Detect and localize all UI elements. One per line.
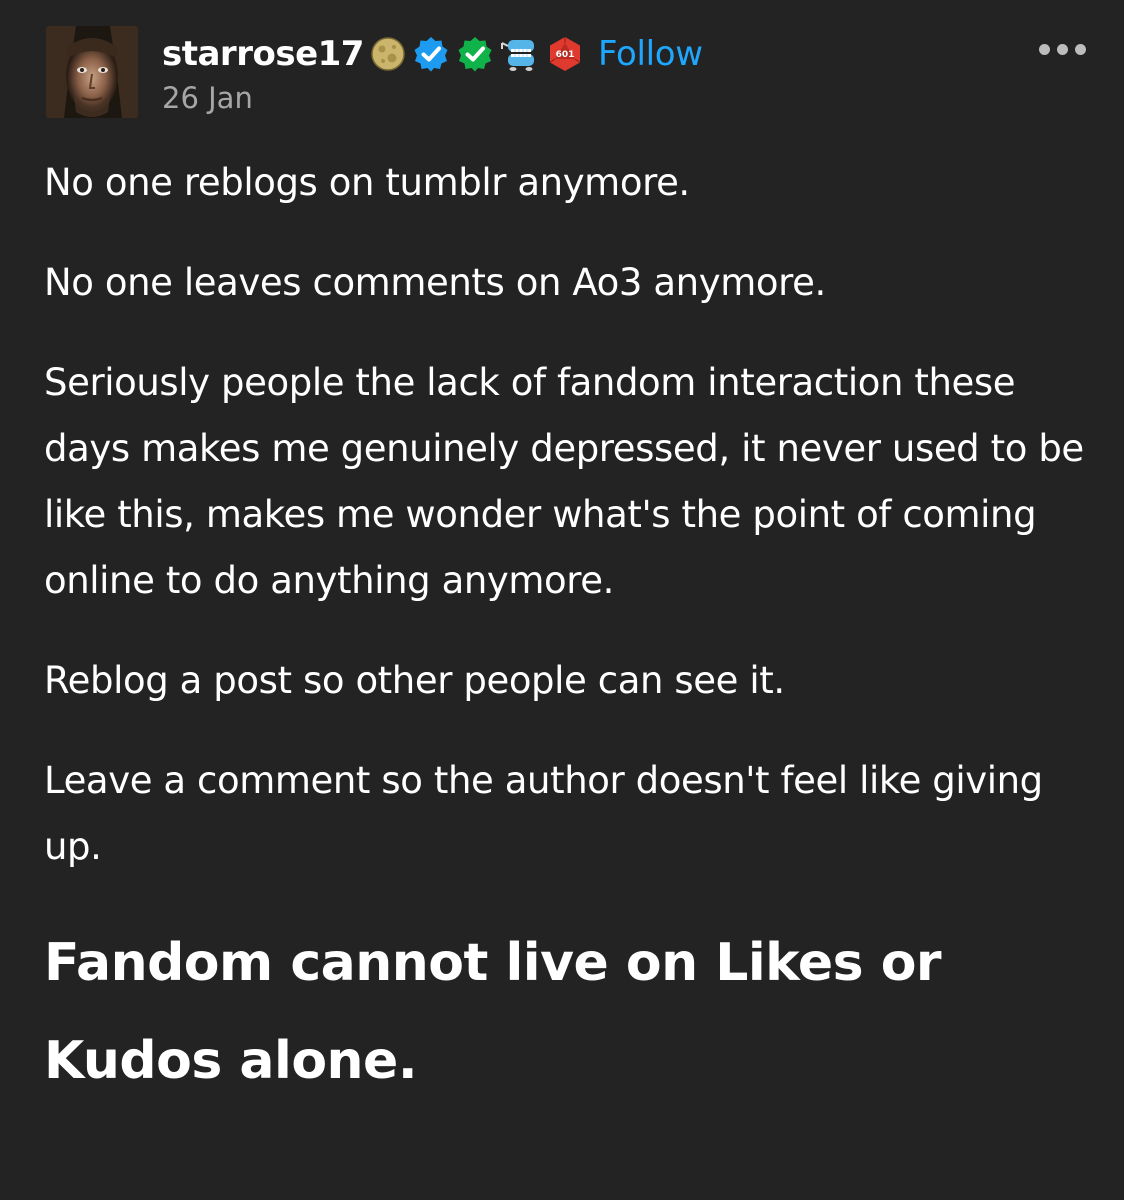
post-card: starrose17 601 Follow 26 Jan No one rebl… [0,0,1124,1200]
ellipsis-icon[interactable] [1039,44,1086,55]
post-paragraph: No one leaves comments on Ao3 anymore. [44,261,826,304]
post-paragraph: Seriously people the lack of fandom inte… [44,361,1084,602]
ellipsis-dot [1075,44,1086,55]
post-header: starrose17 601 Follow 26 Jan [46,26,1096,120]
green-verified-checkmark-icon[interactable] [456,35,494,73]
blue-verified-checkmark-icon[interactable] [412,35,450,73]
post-paragraph: No one reblogs on tumblr anymore. [44,161,690,204]
post-date: 26 Jan [162,81,253,115]
ellipsis-dot [1057,44,1068,55]
post-paragraph: Leave a comment so the author doesn't fe… [44,759,1043,868]
d20-dice-badge-icon[interactable]: 601 [546,35,584,73]
post-headline: Fandom cannot live on Likes or Kudos alo… [44,933,942,1091]
ellipsis-dot [1039,44,1050,55]
avatar-image [46,26,138,118]
wind-up-teeth-badge-icon[interactable] [500,34,540,74]
follow-button[interactable]: Follow [598,34,703,74]
author-row: starrose17 601 Follow [162,32,703,76]
avatar[interactable] [46,26,138,118]
moon-badge-icon[interactable] [370,36,406,72]
post-paragraph: Reblog a post so other people can see it… [44,659,785,702]
dice-badge-text: 601 [556,50,575,60]
post-body: No one reblogs on tumblr anymore. No one… [44,150,1084,1110]
username[interactable]: starrose17 [162,34,364,74]
